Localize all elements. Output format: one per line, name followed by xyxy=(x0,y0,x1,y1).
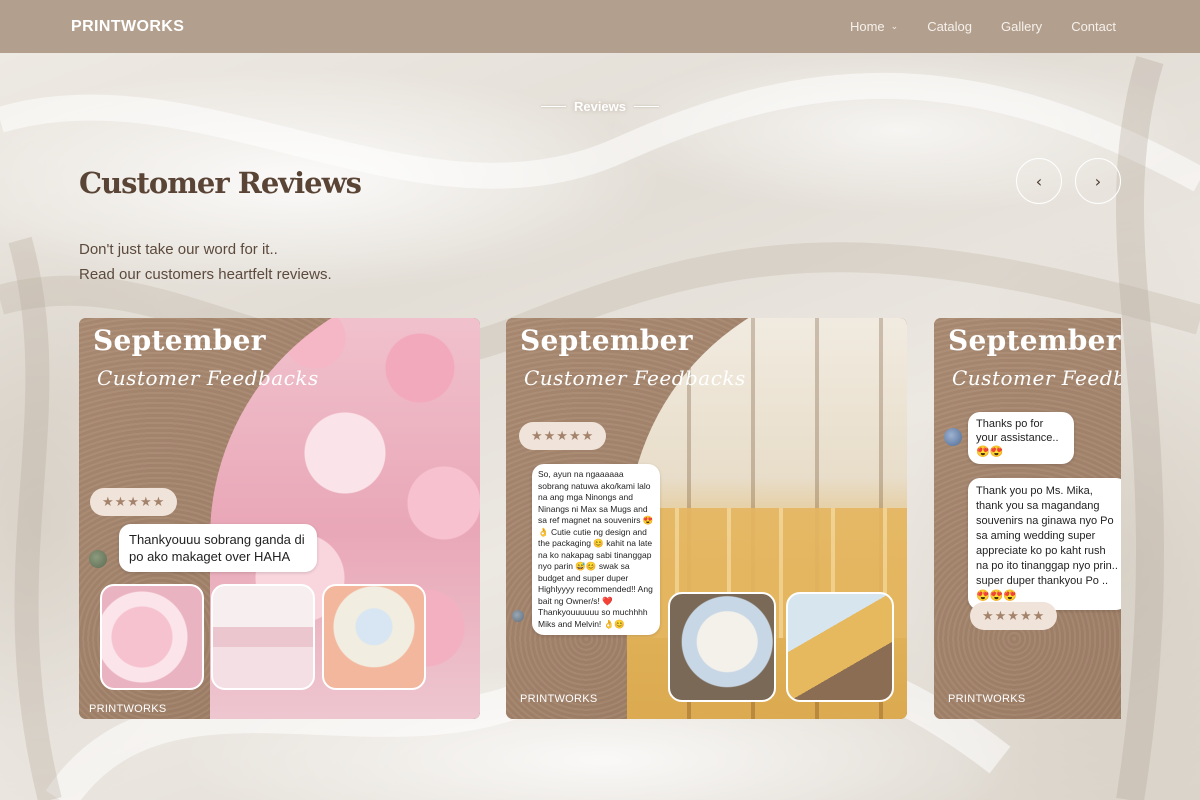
main-menu: Home ⌄ Catalog Gallery Contact xyxy=(850,19,1116,34)
chevron-down-icon: ⌄ xyxy=(890,21,899,31)
review-bubble: Thankyouuu sobrang ganda di po ako makag… xyxy=(119,524,317,572)
card-month: September xyxy=(948,324,1121,357)
nav-catalog[interactable]: Catalog xyxy=(927,19,972,34)
card-month: September xyxy=(520,324,693,357)
review-bubble: So, ayun na ngaaaaaa sobrang natuwa ako/… xyxy=(532,464,660,635)
review-card[interactable]: September Customer Feedbacks ★★★★★ Thank… xyxy=(79,318,480,719)
section-eyebrow: Reviews xyxy=(0,99,1200,114)
thumbnail-photo xyxy=(100,584,204,690)
star-rating: ★★★★★ xyxy=(90,488,178,516)
carousel-next-button[interactable]: › xyxy=(1075,158,1121,204)
star-rating: ★★★★★ xyxy=(519,422,607,450)
review-card[interactable]: September Customer Feedbacks Thanks po f… xyxy=(934,318,1121,719)
card-brandmark: PRINTWORKS xyxy=(948,693,1026,705)
card-script-title: Customer Feedbacks xyxy=(524,366,746,390)
chevron-left-icon: ‹ xyxy=(1035,171,1043,191)
brand-logo[interactable]: PRINTWORKS xyxy=(71,18,184,36)
section-title: Customer Reviews xyxy=(79,166,362,200)
thumbnail-photo xyxy=(668,592,776,702)
subtitle-line-1: Don't just take our word for it.. xyxy=(79,241,278,258)
nav-gallery[interactable]: Gallery xyxy=(1001,19,1042,34)
card-brandmark: PRINTWORKS xyxy=(520,693,598,705)
nav-home-label: Home xyxy=(849,19,885,34)
subtitle-line-2: Read our customers heartfelt reviews. xyxy=(79,266,332,283)
review-bubble: Thanks po for your assistance.. 😍😍 xyxy=(968,412,1074,464)
card-script-title: Customer Feedbacks xyxy=(97,366,319,390)
nav-home[interactable]: Home ⌄ xyxy=(850,19,898,34)
top-navbar: PRINTWORKS Home ⌄ Catalog Gallery Contac… xyxy=(0,0,1200,53)
reviews-carousel: September Customer Feedbacks ★★★★★ Thank… xyxy=(79,318,1121,719)
thumbnail-photo xyxy=(786,592,894,702)
section-subtitle: Don't just take our word for it.. Read o… xyxy=(79,237,332,287)
reviewer-avatar xyxy=(89,550,107,568)
reviewer-avatar xyxy=(512,610,524,622)
review-card[interactable]: September Customer Feedbacks ★★★★★ So, a… xyxy=(506,318,907,719)
thumbnail-photo xyxy=(211,584,315,690)
reviewer-avatar xyxy=(944,428,962,446)
star-rating: ★★★★★ xyxy=(970,602,1058,630)
carousel-prev-button[interactable]: ‹ xyxy=(1016,158,1062,204)
eyebrow-line-left xyxy=(540,106,566,107)
card-month: September xyxy=(93,324,266,357)
card-script-title: Customer Feedbacks xyxy=(952,366,1121,390)
review-bubble: Thank you po Ms. Mika, thank you sa maga… xyxy=(968,478,1121,610)
card-brandmark: PRINTWORKS xyxy=(89,703,167,715)
nav-contact[interactable]: Contact xyxy=(1071,19,1116,34)
eyebrow-line-right xyxy=(634,106,660,107)
thumbnail-photo xyxy=(322,584,426,690)
eyebrow-label: Reviews xyxy=(573,99,627,114)
chevron-right-icon: › xyxy=(1094,171,1102,191)
